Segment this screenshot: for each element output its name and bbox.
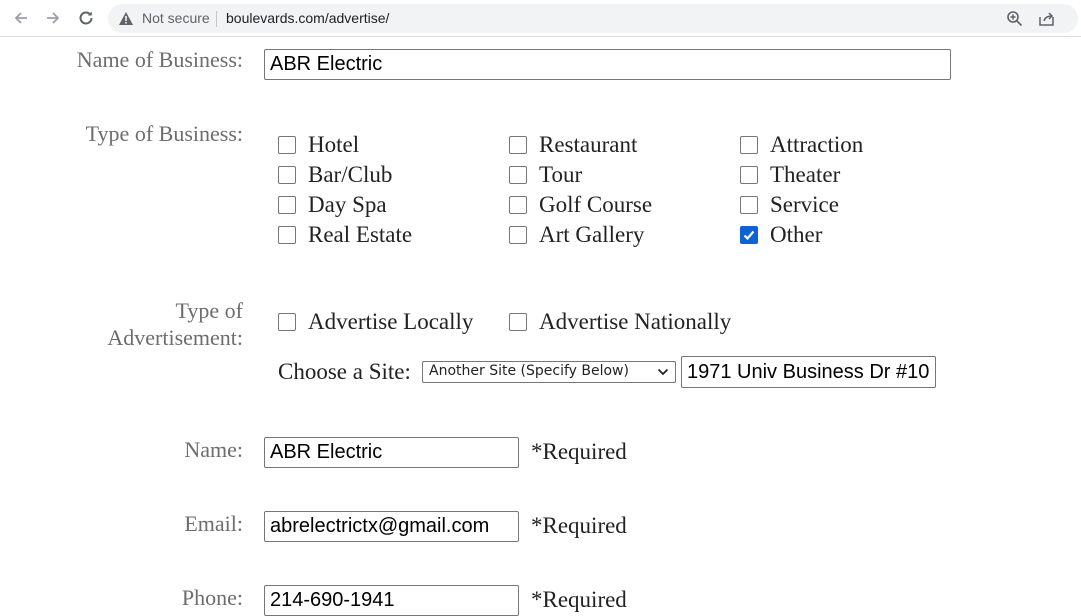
checkbox-box[interactable] [509,226,527,244]
checkbox-tour[interactable]: Tour [509,162,582,188]
checkbox-box[interactable] [509,313,527,331]
checkbox-box[interactable] [278,313,296,331]
checkbox-day-spa[interactable]: Day Spa [278,192,387,218]
name-required-note: *Required [531,439,627,464]
checkbox-restaurant[interactable]: Restaurant [509,132,637,158]
checkbox-label: Attraction [770,132,864,157]
choose-site-label: Choose a Site: [278,359,411,384]
checkbox-label: Real Estate [308,222,413,247]
email-required-note: *Required [531,513,627,538]
checkbox-box[interactable] [509,166,527,184]
checkbox-label: Golf Course [539,192,653,217]
name-label: Name: [184,437,243,462]
checkbox-label: Tour [539,162,583,187]
checkbox-label: Service [770,192,839,217]
phone-required-note: *Required [531,587,627,612]
checkbox-service[interactable]: Service [740,192,839,218]
email-input[interactable] [264,511,519,542]
share-icon[interactable] [1038,10,1056,27]
checkbox-box[interactable] [509,196,527,214]
reload-icon [79,11,93,25]
warning-icon[interactable] [118,11,134,26]
site-specify-input[interactable] [681,356,936,388]
url-text[interactable]: boulevards.com/advertise/ [226,10,389,26]
site-select-value: Another Site (Specify Below) [429,363,629,379]
checkbox-box[interactable] [740,196,758,214]
phone-label: Phone: [181,585,243,610]
checkbox-advertise-locally[interactable]: Advertise Locally [278,309,473,335]
browser-toolbar: Not secure boulevards.com/advertise/ [0,0,1081,37]
checkbox-theater[interactable]: Theater [740,162,840,188]
checkbox-other[interactable]: Other [740,222,822,248]
business-name-label: Name of Business: [76,47,243,72]
checkbox-label: Advertise Nationally [539,309,732,334]
business-type-label: Type of Business: [85,121,243,146]
checkmark-icon [743,230,755,241]
checkbox-golf-course[interactable]: Golf Course [509,192,652,218]
checkbox-label: Day Spa [308,192,387,217]
back-button[interactable] [10,7,32,29]
checkbox-label: Bar/Club [308,162,393,187]
checkbox-box[interactable] [740,136,758,154]
checkbox-art-gallery[interactable]: Art Gallery [509,222,644,248]
checkbox-advertise-nationally[interactable]: Advertise Nationally [509,309,731,335]
checkbox-box[interactable] [740,226,758,244]
advertisement-type-label-line1: Type of [175,298,244,323]
arrow-left-icon [14,12,27,24]
advertisement-type-label-line2: Advertisement: [107,325,243,350]
reload-button[interactable] [75,7,97,29]
checkbox-box[interactable] [740,166,758,184]
checkbox-box[interactable] [509,136,527,154]
zoom-icon[interactable] [1006,10,1023,27]
arrow-right-icon [47,12,60,24]
checkbox-label: Other [770,222,823,247]
security-status[interactable]: Not secure [142,10,210,26]
checkbox-real-estate[interactable]: Real Estate [278,222,412,248]
address-bar[interactable]: Not secure boulevards.com/advertise/ [108,4,1078,33]
separator [216,11,217,27]
checkbox-label: Art Gallery [539,222,645,247]
checkbox-bar-club[interactable]: Bar/Club [278,162,392,188]
checkbox-box[interactable] [278,226,296,244]
forward-button[interactable] [42,7,64,29]
checkbox-label: Restaurant [539,132,638,157]
checkbox-label: Hotel [308,132,360,157]
checkbox-box[interactable] [278,166,296,184]
checkbox-attraction[interactable]: Attraction [740,132,863,158]
site-select[interactable]: Another Site (Specify Below) [422,361,676,383]
checkbox-label: Theater [770,162,841,187]
checkbox-box[interactable] [278,136,296,154]
checkbox-box[interactable] [278,196,296,214]
name-input[interactable] [264,437,519,468]
phone-input[interactable] [264,585,519,616]
checkbox-label: Advertise Locally [308,309,474,334]
checkbox-hotel[interactable]: Hotel [278,132,359,158]
chevron-down-icon [657,368,669,376]
email-label: Email: [184,511,243,536]
business-name-input[interactable] [264,49,951,80]
